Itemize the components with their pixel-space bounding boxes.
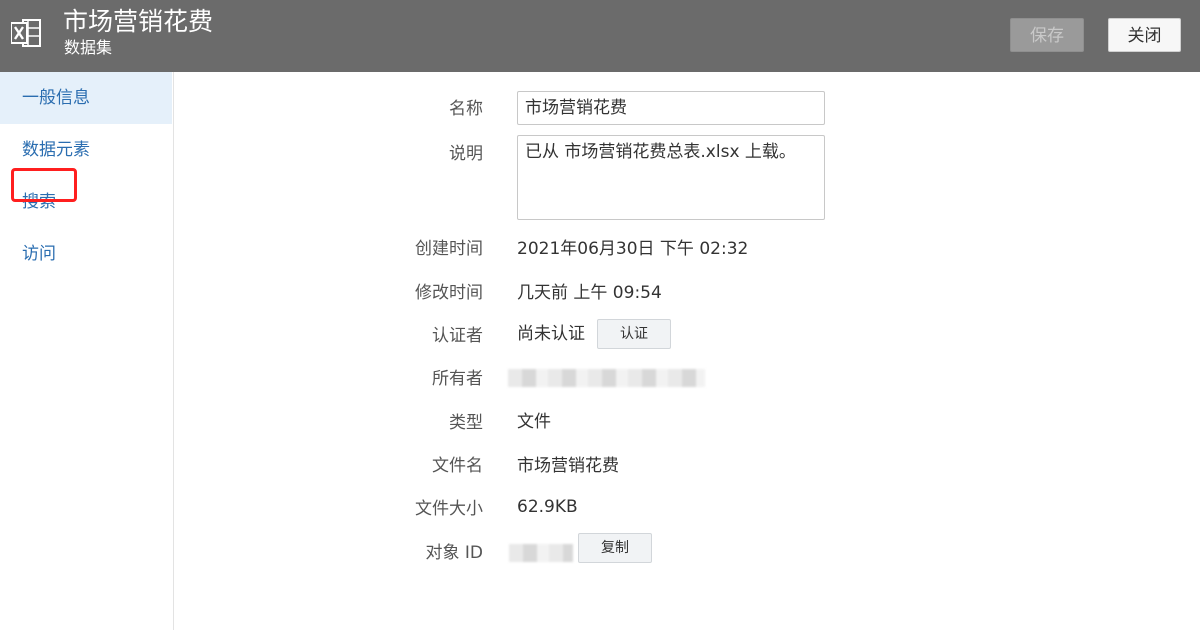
certify-button[interactable]: 认证 <box>597 319 671 349</box>
filesize-value: 62.9KB <box>517 497 578 517</box>
filename-label: 文件名 <box>432 456 483 476</box>
header-bar: 市场营销花费 数据集 保存 关闭 <box>0 0 1200 72</box>
dataset-title: 市场营销花费 <box>63 7 214 36</box>
dataset-inspector: 市场营销花费 数据集 保存 关闭 一般信息 数据元素 搜索 访问 名称 市场营销… <box>0 0 1200 630</box>
created-time-value: 2021年06月30日 下午 02:32 <box>517 239 749 259</box>
object-id-label: 对象 ID <box>425 543 483 563</box>
type-value: 文件 <box>517 412 551 432</box>
excel-file-icon <box>11 19 41 47</box>
owner-label: 所有者 <box>432 369 483 389</box>
copy-button[interactable]: 复制 <box>578 533 652 563</box>
certifier-label: 认证者 <box>432 326 483 346</box>
filename-value: 市场营销花费 <box>517 456 619 476</box>
created-time-label: 创建时间 <box>415 239 483 259</box>
type-label: 类型 <box>449 413 483 433</box>
description-textarea[interactable]: 已从 市场营销花费总表.xlsx 上载。 <box>517 135 825 220</box>
object-id-value-redacted <box>509 544 573 562</box>
filesize-label: 文件大小 <box>415 499 483 519</box>
sidebar-nav: 一般信息 数据元素 搜索 访问 <box>0 72 174 630</box>
name-label: 名称 <box>449 99 483 119</box>
modified-time-label: 修改时间 <box>415 283 483 303</box>
save-button[interactable]: 保存 <box>1010 18 1084 52</box>
close-button[interactable]: 关闭 <box>1108 18 1181 52</box>
certifier-value: 尚未认证 <box>517 324 585 344</box>
highlight-annotation-box <box>11 168 77 202</box>
description-label: 说明 <box>449 144 483 164</box>
sidebar-item-access[interactable]: 访问 <box>0 228 172 280</box>
dataset-type-subtitle: 数据集 <box>64 38 113 57</box>
owner-value-redacted <box>508 369 705 387</box>
name-input[interactable]: 市场营销花费 <box>517 91 825 125</box>
sidebar-item-general-info[interactable]: 一般信息 <box>0 72 172 124</box>
modified-time-value: 几天前 上午 09:54 <box>517 283 662 303</box>
